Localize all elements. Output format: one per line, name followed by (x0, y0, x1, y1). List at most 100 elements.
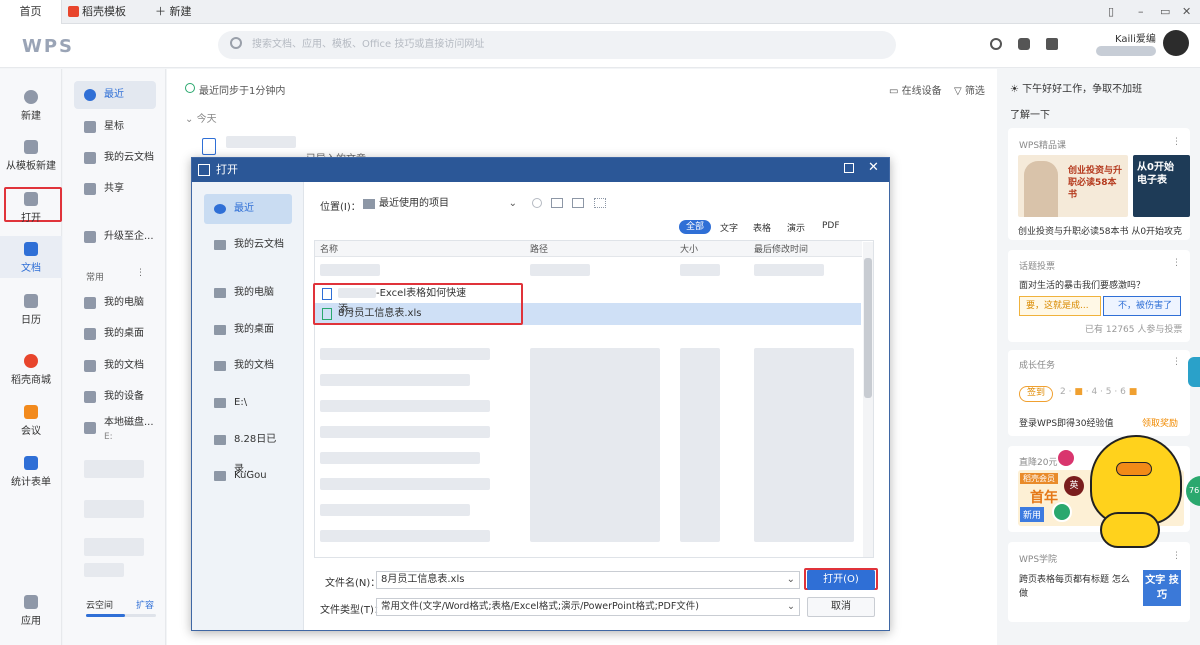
filter-all[interactable]: 全部 (679, 220, 711, 234)
task-reward-link[interactable]: 领取奖励 (1142, 416, 1178, 429)
avatar[interactable] (1163, 30, 1189, 56)
nav-my-pc[interactable]: 我的电脑 (74, 289, 156, 317)
dialog-side-kugou[interactable]: KuGou (204, 461, 292, 491)
store-button[interactable]: 稻壳商城 (0, 354, 62, 386)
filename-input[interactable]: 8月员工信息表.xls ⌄ (376, 571, 800, 589)
person-image (1024, 161, 1058, 217)
cancel-button[interactable]: 取消 (807, 597, 875, 617)
nav-my-devices[interactable]: 我的设备 (74, 383, 156, 411)
academy-more-icon[interactable]: ⋮ (1172, 551, 1181, 561)
more-icon[interactable]: ⋮ (136, 268, 145, 278)
dialog-side-desktop[interactable]: 我的桌面 (204, 315, 292, 345)
col-modified[interactable]: 最后修改时间 (754, 242, 808, 255)
col-name[interactable]: 名称 (320, 242, 338, 255)
close-icon[interactable]: ✕ (1182, 0, 1194, 24)
filter-sheet[interactable]: 表格 (753, 221, 771, 234)
forms-button[interactable]: 统计表单 (0, 456, 62, 488)
tab-new[interactable]: ＋ 新建 (155, 0, 215, 24)
restore-icon[interactable]: ▭ (1160, 0, 1172, 24)
dialog-side-e[interactable]: E:\ (204, 388, 292, 418)
filter-pdf[interactable]: PDF (822, 221, 840, 231)
english-badge[interactable]: 英 (1064, 476, 1084, 496)
file-row-aug-staff[interactable]: 8月员工信息表.xls (320, 306, 480, 322)
nav-my-desktop[interactable]: 我的桌面 (74, 320, 156, 348)
location-select[interactable]: 最近使用的项目 ⌄ (359, 195, 521, 213)
disk-icon (84, 422, 96, 434)
expand-link[interactable]: 扩容 (136, 598, 154, 611)
file-row-excel-tips[interactable]: -Excel表格如何快速添... (320, 286, 480, 315)
file-list-scrollbar[interactable] (863, 242, 873, 557)
open-button[interactable]: 打开(O) (807, 570, 875, 590)
online-devices-button[interactable]: ▭ 在线设备 (889, 82, 942, 97)
sync-check-icon (185, 83, 195, 93)
filter-button[interactable]: ▽ 筛选 (954, 82, 985, 97)
shirt-icon[interactable] (1046, 38, 1058, 50)
nav-star[interactable]: 星标 (74, 113, 156, 141)
nav-share[interactable]: 共享 (74, 175, 156, 203)
nav-upgrade-label: 升级至企... (104, 231, 154, 242)
dialog-side-docs[interactable]: 我的文档 (204, 351, 292, 381)
tab-template[interactable]: 稻壳模板 (64, 0, 144, 24)
green-circle-icon[interactable] (1052, 502, 1072, 522)
username[interactable]: Kaili爱编 (1115, 30, 1156, 45)
floating-ball-icon[interactable] (1056, 448, 1076, 468)
blurred-nav-item (84, 538, 144, 556)
doc-file-icon (202, 138, 216, 155)
checkin-button[interactable]: 签到 (1019, 386, 1053, 402)
filter-slides[interactable]: 演示 (787, 221, 805, 234)
from-template-button[interactable]: 从模板新建 (0, 140, 62, 172)
col-path[interactable]: 路径 (530, 242, 548, 255)
form-icon (24, 456, 38, 470)
learn-link[interactable]: 了解一下 (1010, 106, 1050, 121)
blurred-file-row (320, 452, 480, 464)
dialog-side-recent[interactable]: 最近 (204, 194, 292, 224)
blurred-file-row (320, 426, 490, 438)
minimize-icon[interactable]: – (1138, 0, 1150, 24)
nav-local-disk[interactable]: 本地磁盘... E: (74, 414, 156, 444)
course-more-icon[interactable]: ⋮ (1172, 137, 1181, 147)
meeting-button[interactable]: 会议 (0, 405, 62, 437)
apps-button[interactable]: 应用 (0, 595, 62, 627)
dialog-side-cloud[interactable]: 我的云文档 (204, 230, 292, 260)
dialog-side-pc[interactable]: 我的电脑 (204, 278, 292, 308)
nav-recent[interactable]: 最近 (74, 81, 156, 109)
side-tab-icon[interactable] (1188, 357, 1200, 387)
tab-home[interactable]: 首页 (0, 0, 62, 24)
open-button[interactable]: 打开 (0, 192, 62, 224)
calendar-label: 日历 (21, 315, 41, 326)
back-icon[interactable] (532, 198, 542, 208)
docs-button[interactable]: 文档 (0, 242, 62, 274)
today-group[interactable]: ⌄ 今天 (185, 110, 217, 125)
window-mode-icon[interactable]: ▯ (1108, 0, 1120, 24)
search-input[interactable]: 搜索文档、应用、模板、Office 技巧或直接访问网址 (218, 31, 896, 59)
vote-more-icon[interactable]: ⋮ (1172, 258, 1181, 268)
col-size[interactable]: 大小 (680, 242, 698, 255)
vote-option-b[interactable]: 不，被伤害了 (1103, 296, 1181, 316)
new-button[interactable]: 新建 (0, 90, 62, 122)
dialog-close-icon[interactable]: ✕ (868, 160, 879, 175)
blurred-file-row (320, 478, 490, 490)
filter-text[interactable]: 文字 (720, 221, 738, 234)
calendar-button[interactable]: 日历 (0, 294, 62, 326)
xls-file-icon (322, 308, 332, 320)
course-image-2[interactable]: 从0开始 电子表 (1133, 155, 1190, 217)
up-folder-icon[interactable] (551, 198, 563, 208)
vote-option-a[interactable]: 要，这就是成... (1019, 296, 1101, 316)
nav-my-docs-label: 我的文档 (104, 360, 144, 371)
skin-icon[interactable] (1018, 38, 1030, 50)
nav-my-docs[interactable]: 我的文档 (74, 352, 156, 380)
view-mode-icon[interactable] (594, 198, 606, 208)
new-folder-icon[interactable] (572, 198, 584, 208)
nav-upgrade[interactable]: 升级至企... (74, 223, 156, 251)
scrollbar-thumb[interactable] (864, 258, 872, 398)
dialog-side-828[interactable]: 8.28日已录... (204, 425, 292, 475)
nav-cloud[interactable]: 我的云文档 (74, 144, 156, 172)
blurred-nav-item (84, 563, 124, 577)
sync-icon[interactable] (990, 38, 1002, 50)
maximize-icon[interactable] (844, 163, 854, 173)
course-image-1[interactable]: 创业投资与升职必读58本书 (1018, 155, 1128, 217)
filetype-select[interactable]: 常用文件(文字/Word格式;表格/Excel格式;演示/PowerPoint格… (376, 598, 800, 616)
computer-icon (84, 297, 96, 309)
daoke-icon (68, 6, 79, 17)
task-more-icon[interactable]: ⋮ (1172, 357, 1181, 367)
